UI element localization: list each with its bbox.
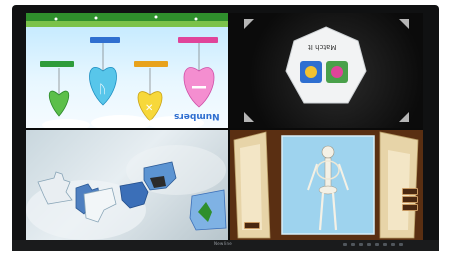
panel-match-it[interactable]: Match It bbox=[230, 13, 423, 128]
brand-label: Newline bbox=[214, 241, 233, 246]
menu-button[interactable] bbox=[402, 204, 418, 211]
panel-skeleton[interactable] bbox=[230, 130, 423, 240]
flower-dot bbox=[194, 17, 198, 21]
panel-divider-horizontal bbox=[26, 128, 423, 130]
balloon-symbol: ᚢ bbox=[99, 82, 106, 96]
corner-arrow-icon[interactable] bbox=[244, 112, 254, 122]
hardware-button[interactable] bbox=[351, 243, 355, 246]
paper-left bbox=[240, 144, 262, 230]
cloud bbox=[91, 115, 151, 128]
corner-arrow-icon[interactable] bbox=[244, 19, 254, 29]
card-symbol bbox=[305, 66, 317, 78]
hardware-button[interactable] bbox=[343, 243, 347, 246]
display-screen: ᚢ ✕ Numbers Match It bbox=[26, 13, 423, 240]
skull[interactable] bbox=[321, 145, 335, 159]
balloon-symbol bbox=[192, 86, 206, 89]
spine[interactable] bbox=[324, 157, 332, 189]
panel-puzzle[interactable] bbox=[26, 130, 228, 240]
grass-strip bbox=[26, 21, 228, 27]
pelvis[interactable] bbox=[318, 185, 338, 195]
number-tag[interactable] bbox=[178, 37, 218, 43]
number-tag[interactable] bbox=[90, 37, 120, 43]
hardware-button[interactable] bbox=[383, 243, 387, 246]
hardware-button[interactable] bbox=[399, 243, 403, 246]
flower-dot bbox=[54, 17, 58, 21]
hardware-button[interactable] bbox=[375, 243, 379, 246]
balloon-symbol: ✕ bbox=[145, 103, 153, 114]
panel-numbers[interactable]: ᚢ ✕ Numbers bbox=[26, 13, 228, 128]
numbers-title: Numbers bbox=[174, 111, 220, 121]
puzzle-scene bbox=[26, 145, 227, 240]
menu-button[interactable] bbox=[244, 222, 260, 229]
card-symbol bbox=[331, 66, 343, 78]
menu-button[interactable] bbox=[402, 188, 418, 195]
menu-button[interactable] bbox=[402, 196, 418, 203]
cloud bbox=[42, 119, 90, 128]
green-heart-balloon[interactable] bbox=[48, 90, 70, 117]
corner-arrow-icon[interactable] bbox=[399, 19, 409, 29]
flower-dot bbox=[94, 16, 98, 20]
number-tag[interactable] bbox=[40, 61, 74, 67]
match-it-scene bbox=[244, 19, 409, 122]
hardware-button[interactable] bbox=[367, 243, 371, 246]
panel-divider-vertical bbox=[228, 13, 230, 240]
flower-dot bbox=[154, 15, 158, 19]
number-tag[interactable] bbox=[134, 61, 168, 67]
corner-arrow-icon[interactable] bbox=[399, 112, 409, 122]
match-it-title: Match It bbox=[308, 43, 337, 51]
hardware-button[interactable] bbox=[359, 243, 363, 246]
hardware-button[interactable] bbox=[391, 243, 395, 246]
